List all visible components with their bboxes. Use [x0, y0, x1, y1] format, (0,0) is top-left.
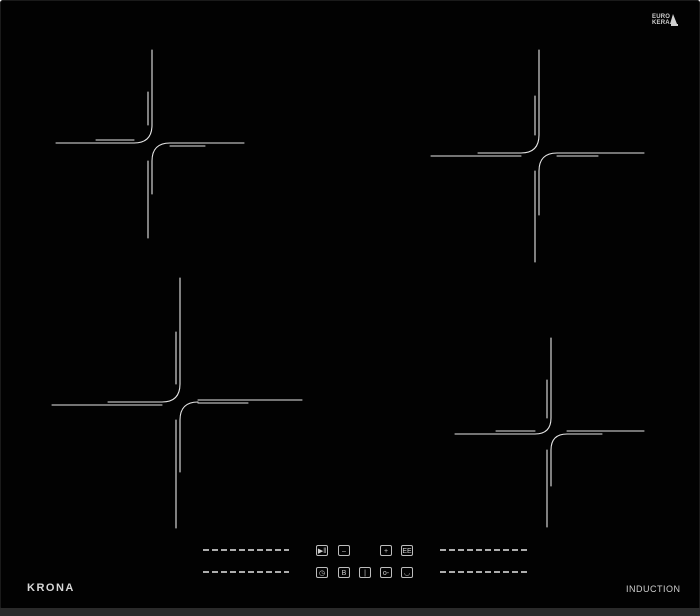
lock-key[interactable]: o- — [380, 567, 392, 578]
booster-key[interactable]: B — [338, 567, 350, 578]
certification-mark: EURO KERA — [652, 14, 670, 26]
certification-line2: KERA — [652, 20, 670, 26]
induction-label: INDUCTION — [626, 584, 681, 594]
cooking-zone-bottom-left[interactable] — [51, 277, 303, 529]
certification-flag-icon — [670, 14, 678, 26]
cooking-zone-top-left[interactable] — [55, 49, 245, 239]
cooking-zone-top-right[interactable] — [430, 49, 645, 263]
minus-key[interactable]: – — [338, 545, 350, 556]
power-key[interactable]: | — [359, 567, 371, 578]
timer-key[interactable]: ◷ — [316, 567, 328, 578]
keep-warm-key[interactable]: ◡ — [401, 567, 413, 578]
power-boost-key[interactable]: EE — [401, 545, 413, 556]
cooking-zone-markings — [51, 14, 678, 573]
play-pause-key[interactable]: ▶‖ — [316, 545, 328, 556]
cooking-zone-bottom-right[interactable] — [454, 337, 645, 528]
plus-key[interactable]: + — [380, 545, 392, 556]
brand-logo: KRONA — [27, 582, 75, 594]
